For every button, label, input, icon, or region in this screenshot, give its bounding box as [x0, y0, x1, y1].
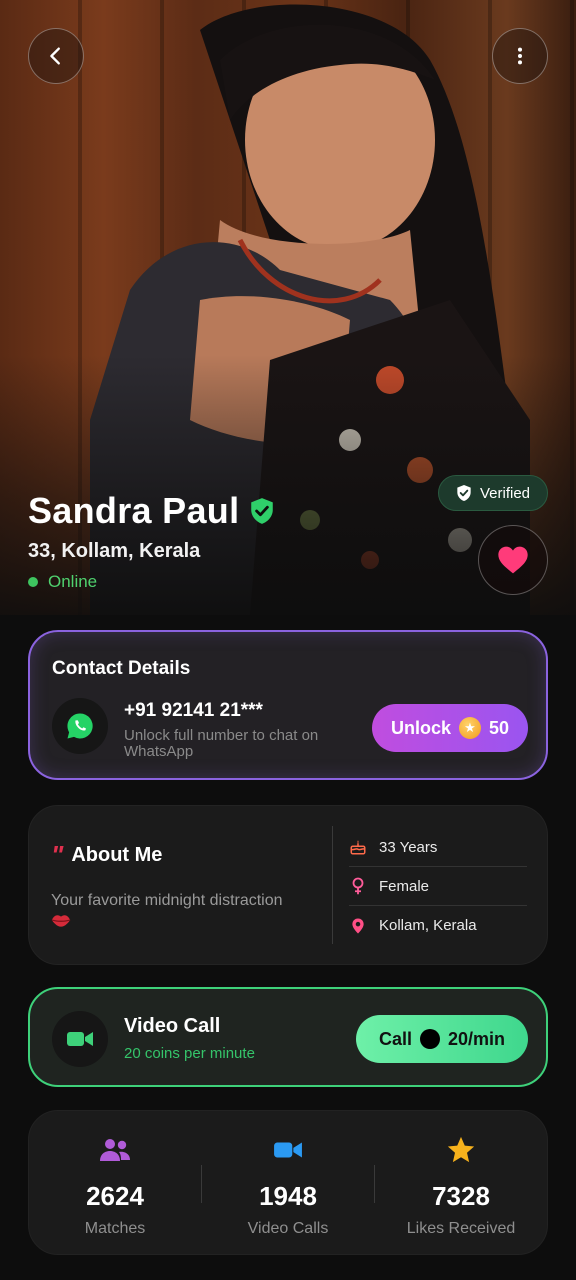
star-icon [447, 1136, 475, 1163]
people-icon [100, 1139, 130, 1161]
chevron-left-icon [50, 47, 60, 65]
whatsapp-icon-wrapper [52, 698, 108, 754]
contact-details-card: Contact Details +91 92141 21*** Unlock f… [28, 630, 548, 780]
location-pin-icon [352, 918, 364, 933]
cake-icon [350, 840, 366, 855]
verified-badge: Verified [438, 475, 548, 511]
more-options-button[interactable] [492, 28, 548, 84]
lips-icon [51, 915, 71, 927]
about-divider [332, 826, 333, 944]
video-call-rate-note: 20 coins per minute [124, 1045, 255, 1062]
call-rate: 20/min [447, 1028, 506, 1049]
online-status-label: Online [48, 572, 98, 591]
masked-phone-number: +91 92141 21*** [124, 700, 263, 721]
matches-count: 2624 [86, 1181, 144, 1211]
coin-icon: ★ [458, 717, 481, 739]
matches-label: Matches [84, 1220, 146, 1237]
fact-age-label: 33 Years [379, 838, 438, 856]
verified-label: Verified [479, 484, 531, 502]
stats-divider [374, 1165, 375, 1203]
online-status: Online [28, 572, 97, 592]
likes-count: 7328 [432, 1181, 490, 1211]
video-camera-icon [67, 1032, 93, 1046]
about-me-heading: " About Me [51, 842, 162, 868]
stats-divider [201, 1165, 202, 1203]
call-button[interactable]: Call 20/min [356, 1015, 528, 1063]
online-dot-icon [28, 577, 38, 587]
video-camera-icon [274, 1142, 302, 1158]
fact-age: 33 Years [349, 828, 527, 867]
verified-shield-icon [251, 498, 274, 524]
video-call-card: Video Call 20 coins per minute Call 20/m… [28, 987, 548, 1087]
unlock-hint: Unlock full number to chat on WhatsApp [124, 727, 319, 760]
bio-text: Your favorite midnight distraction [51, 892, 283, 909]
quote-icon: " [51, 840, 64, 870]
stat-likes: 7328 Likes Received [381, 1133, 541, 1238]
video-call-title: Video Call [124, 1015, 221, 1037]
whatsapp-icon [67, 713, 93, 739]
like-button[interactable] [478, 525, 548, 595]
heart-icon [498, 546, 528, 574]
about-me-card: " About Me Your favorite midnight distra… [28, 805, 548, 965]
stat-matches: 2624 Matches [35, 1133, 195, 1238]
unlock-number-button[interactable]: Unlock ★ 50 [372, 704, 528, 752]
about-me-bio: Your favorite midnight distraction [51, 890, 321, 935]
fact-gender: Female [349, 867, 527, 906]
fact-location-label: Kollam, Kerala [379, 917, 477, 934]
unlock-label: Unlock [390, 717, 451, 738]
video-calls-count: 1948 [259, 1181, 317, 1211]
shield-check-icon [457, 485, 471, 501]
coin-dot-icon [419, 1029, 440, 1049]
fact-location: Kollam, Kerala [349, 906, 527, 945]
stat-video-calls: 1948 Video Calls [208, 1133, 368, 1238]
fact-gender-label: Female [379, 877, 430, 895]
video-calls-label: Video Calls [247, 1220, 329, 1237]
profile-name-row: Sandra Paul [28, 490, 275, 532]
stats-card: 2624 Matches 1948 Video Calls 7328 Likes… [28, 1110, 548, 1255]
profile-age-location: 33, Kollam, Kerala [28, 540, 201, 562]
unlock-cost: 50 [488, 717, 510, 738]
back-button[interactable] [28, 28, 84, 84]
female-icon [352, 877, 364, 895]
profile-facts-list: 33 Years Female Kollam, Kerala [349, 828, 527, 945]
video-icon-wrapper [52, 1011, 108, 1067]
about-me-title: About Me [71, 843, 163, 866]
call-label: Call [378, 1028, 412, 1049]
profile-name: Sandra Paul [28, 490, 240, 531]
more-vertical-icon [517, 47, 523, 65]
contact-details-title: Contact Details [52, 658, 191, 679]
likes-label: Likes Received [406, 1220, 516, 1237]
